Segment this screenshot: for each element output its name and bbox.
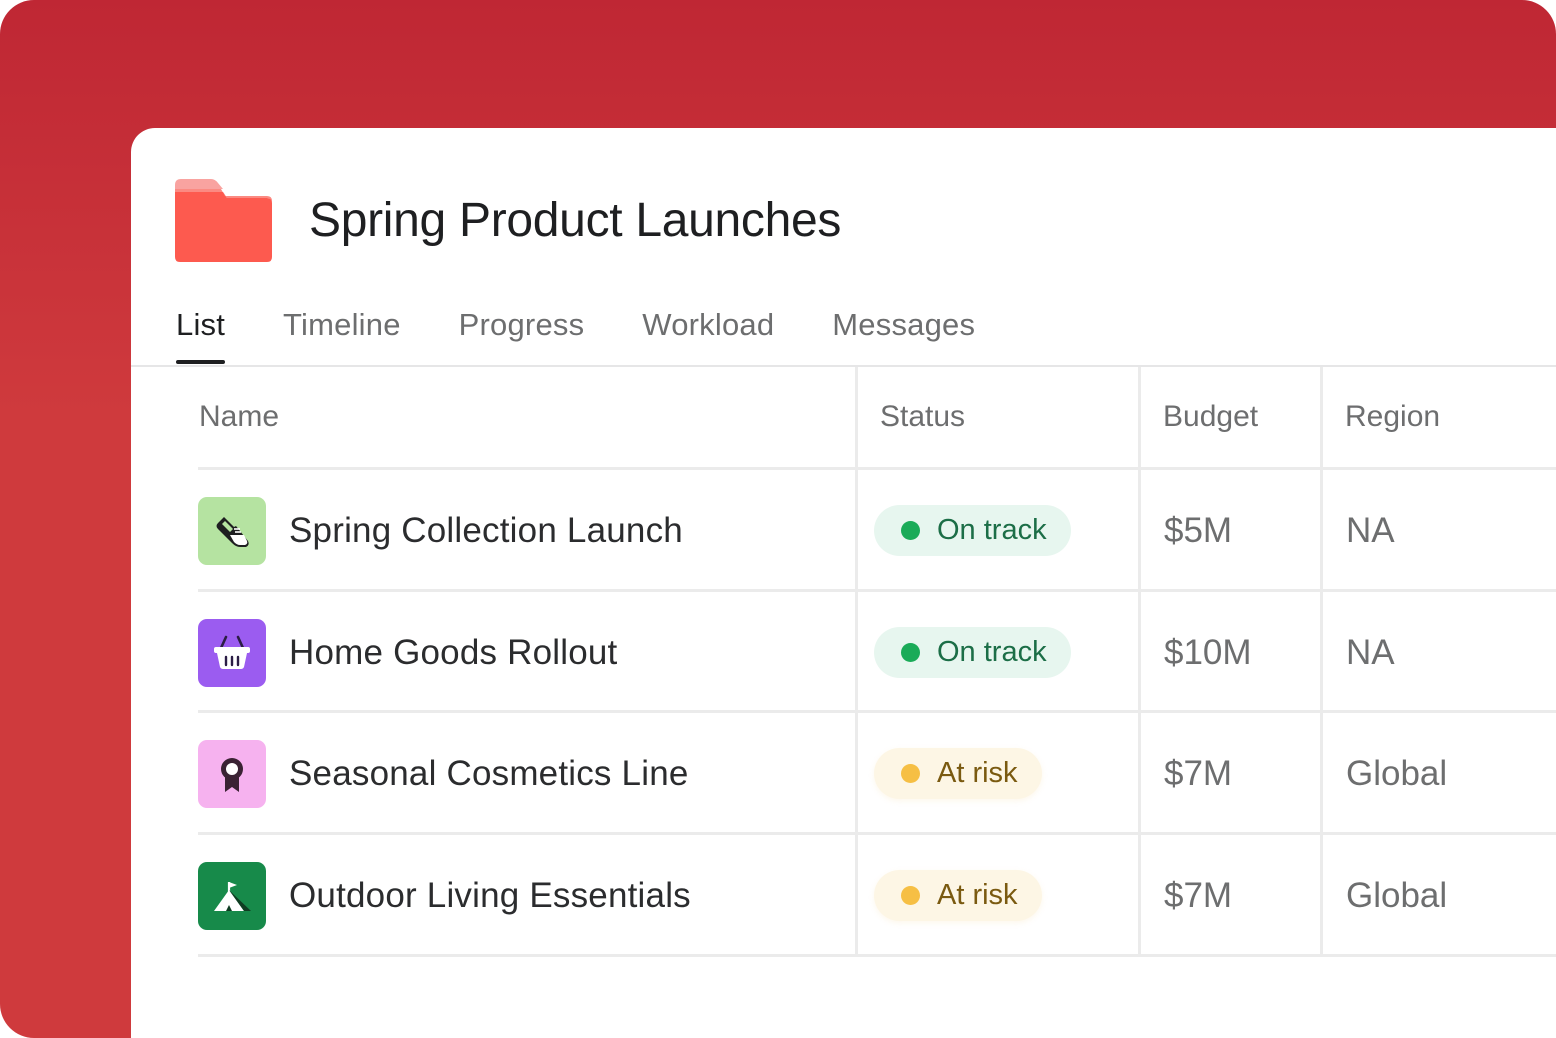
project-header: Spring Product Launches	[175, 178, 841, 262]
region-cell: NA	[1346, 633, 1395, 672]
page-title: Spring Product Launches	[309, 193, 842, 247]
project-name[interactable]: Home Goods Rollout	[289, 633, 617, 673]
status-dot	[901, 643, 920, 662]
status-label: On track	[937, 514, 1047, 546]
column-divider	[1138, 367, 1141, 957]
row-divider	[198, 832, 1556, 835]
tab-messages[interactable]: Messages	[832, 306, 975, 364]
tabs-divider	[131, 365, 1556, 367]
tab-progress[interactable]: Progress	[459, 306, 585, 364]
tab-list[interactable]: List	[176, 306, 226, 364]
sneaker-icon	[198, 497, 266, 565]
status-badge[interactable]: On track	[874, 505, 1071, 556]
status-label: At risk	[937, 879, 1018, 911]
status-label: On track	[937, 636, 1047, 668]
column-header-status[interactable]: Status	[880, 400, 965, 434]
budget-cell: $5M	[1164, 511, 1233, 550]
project-name[interactable]: Outdoor Living Essentials	[289, 876, 691, 916]
budget-cell: $7M	[1164, 754, 1233, 793]
status-dot	[901, 764, 920, 783]
row-divider	[198, 710, 1556, 713]
tab-timeline[interactable]: Timeline	[283, 306, 401, 364]
column-divider	[1320, 367, 1323, 957]
status-label: At risk	[937, 757, 1018, 789]
view-tabs: List Timeline Progress Workload Messages	[176, 306, 1033, 364]
column-header-region[interactable]: Region	[1345, 400, 1440, 434]
status-dot	[901, 521, 920, 540]
project-panel: Spring Product Launches List Timeline Pr…	[131, 128, 1556, 1038]
project-name[interactable]: Seasonal Cosmetics Line	[289, 754, 689, 794]
budget-cell: $10M	[1164, 633, 1252, 672]
tab-workload[interactable]: Workload	[642, 306, 774, 364]
folder-icon	[175, 178, 272, 262]
project-name[interactable]: Spring Collection Launch	[289, 511, 683, 551]
column-divider	[855, 367, 858, 957]
row-divider	[198, 589, 1556, 592]
status-dot	[901, 886, 920, 905]
column-header-budget[interactable]: Budget	[1163, 400, 1258, 434]
status-badge[interactable]: At risk	[874, 870, 1042, 921]
award-ribbon-icon	[198, 740, 266, 808]
budget-cell: $7M	[1164, 876, 1233, 915]
row-divider	[198, 467, 1556, 470]
region-cell: Global	[1346, 876, 1448, 915]
column-header-name[interactable]: Name	[199, 400, 279, 434]
tent-icon	[198, 862, 266, 930]
status-badge[interactable]: On track	[874, 627, 1071, 678]
row-divider	[198, 954, 1556, 957]
region-cell: NA	[1346, 511, 1395, 550]
region-cell: Global	[1346, 754, 1448, 793]
basket-icon	[198, 619, 266, 687]
status-badge[interactable]: At risk	[874, 748, 1042, 799]
